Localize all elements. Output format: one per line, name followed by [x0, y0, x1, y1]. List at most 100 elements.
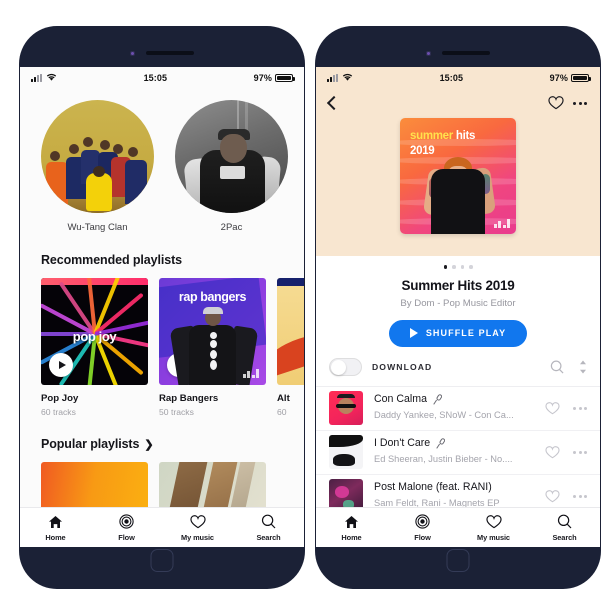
playlist-cover-artwork: summer hits 2019 — [400, 118, 516, 234]
wifi-icon — [46, 73, 57, 81]
track-row[interactable]: I Don't Care Ed Sheeran, Justin Bieber -… — [316, 431, 600, 475]
flow-target-icon — [119, 514, 134, 530]
cover-title-line1-highlight: summer — [410, 130, 453, 142]
battery-icon — [571, 73, 591, 82]
list-tools — [550, 360, 587, 374]
track-text: Con Calma Daddy Yankee, SNoW - Con Ca... — [374, 393, 545, 423]
tab-label: Search — [552, 532, 577, 542]
heart-icon[interactable] — [545, 445, 560, 459]
artist-name: 2Pac — [220, 222, 243, 233]
playlist-card-pop-joy[interactable]: pop joy Pop Joy 60 tracks — [41, 278, 148, 417]
signal-bars-icon — [31, 74, 42, 82]
tab-label: Flow — [118, 532, 135, 542]
tab-flow[interactable]: Flow — [387, 514, 458, 542]
microphone-icon[interactable] — [433, 393, 442, 405]
artist-carousel[interactable]: Wu-Tang Clan 2Pac — [20, 88, 304, 233]
home-scroll-area[interactable]: Wu-Tang Clan 2Pac Recommended playlists … — [20, 88, 304, 547]
playlist-artwork: rap bangers — [159, 278, 266, 385]
more-horizontal-icon[interactable] — [573, 450, 587, 454]
artist-avatar — [41, 100, 154, 213]
wifi-icon — [342, 73, 353, 81]
tab-label: Home — [341, 532, 362, 542]
sort-arrows-icon[interactable] — [579, 360, 587, 374]
cover-carousel[interactable]: summer hits 2019 — [316, 118, 600, 234]
playlist-card-rap-bangers[interactable]: rap bangers Rap Bangers 50 tracks — [159, 278, 266, 417]
track-artwork — [329, 435, 363, 469]
status-time: 15:05 — [439, 72, 464, 83]
section-header-popular[interactable]: Popular playlists ❯ — [20, 417, 304, 462]
more-horizontal-icon[interactable] — [573, 406, 587, 410]
shuffle-row: SHUFFLE PLAY — [316, 309, 600, 347]
right-screen: 15:05 97% summer hits 2019 Summer Hits 2… — [316, 67, 600, 547]
front-camera-icon — [426, 50, 431, 56]
tab-home[interactable]: Home — [20, 514, 91, 542]
bottom-tab-bar-right[interactable]: Home Flow My music Search — [316, 507, 600, 547]
earpiece-speaker — [442, 51, 490, 55]
home-button[interactable] — [150, 549, 174, 572]
battery-percent: 97% — [253, 72, 272, 83]
battery-percent: 97% — [549, 72, 568, 83]
status-left-group — [327, 73, 353, 82]
track-actions — [545, 445, 587, 459]
search-icon[interactable] — [550, 360, 564, 374]
track-title: I Don't Care — [374, 437, 431, 449]
toggle-knob — [331, 359, 346, 375]
playlist-title: Alt — [277, 393, 290, 404]
tab-label: My music — [477, 532, 510, 542]
tab-my-music[interactable]: My music — [458, 514, 529, 542]
track-title-row: Post Malone (feat. RANI) — [374, 481, 545, 493]
tab-search[interactable]: Search — [233, 514, 304, 542]
screenshot-stage: 15:05 97% Wu-Tang Clan 2Pac Recommended … — [0, 0, 615, 615]
tab-home[interactable]: Home — [316, 514, 387, 542]
more-horizontal-icon[interactable] — [573, 494, 587, 498]
download-label: DOWNLOAD — [372, 361, 433, 372]
track-title-row: I Don't Care — [374, 437, 545, 449]
chevron-left-icon[interactable] — [326, 95, 342, 111]
status-left-group — [31, 73, 57, 82]
recommended-playlist-row[interactable]: pop joy Pop Joy 60 tracks rap bangers Ra… — [20, 278, 304, 417]
playlist-artwork — [277, 278, 304, 385]
status-bar-left: 15:05 97% — [20, 67, 304, 88]
section-title: Recommended playlists — [41, 253, 183, 267]
artist-card-wu-tang[interactable]: Wu-Tang Clan — [41, 100, 154, 233]
heart-icon[interactable] — [545, 489, 560, 503]
home-button[interactable] — [446, 549, 470, 572]
heart-icon[interactable] — [548, 96, 564, 110]
microphone-icon[interactable] — [436, 437, 446, 449]
heart-icon — [189, 514, 206, 530]
artwork-label: rap bangers — [178, 290, 247, 304]
tab-search[interactable]: Search — [529, 514, 600, 542]
download-row: DOWNLOAD — [316, 347, 600, 387]
flow-target-icon — [415, 514, 430, 530]
download-toggle[interactable] — [329, 357, 362, 376]
tab-label: My music — [181, 532, 214, 542]
phone-speaker-area — [315, 50, 601, 56]
play-button[interactable] — [49, 353, 73, 377]
deezer-equalizer-icon — [242, 369, 259, 378]
artwork-label: pop joy — [72, 329, 117, 345]
playlist-card-partial[interactable]: Alt 60 — [277, 278, 304, 417]
tab-flow[interactable]: Flow — [91, 514, 162, 542]
track-actions — [545, 489, 587, 503]
tab-my-music[interactable]: My music — [162, 514, 233, 542]
cover-title-line2: 2019 — [410, 144, 435, 157]
left-screen: 15:05 97% Wu-Tang Clan 2Pac Recommended … — [20, 67, 304, 547]
cover-carousel-pager[interactable] — [316, 256, 600, 269]
search-icon — [557, 514, 572, 530]
phone-right: 15:05 97% summer hits 2019 Summer Hits 2… — [315, 26, 601, 589]
artist-name: Wu-Tang Clan — [67, 222, 128, 233]
home-icon — [48, 514, 63, 530]
shuffle-play-label: SHUFFLE PLAY — [425, 328, 507, 338]
artist-card-2pac[interactable]: 2Pac — [175, 100, 288, 233]
track-row[interactable]: Con Calma Daddy Yankee, SNoW - Con Ca... — [316, 387, 600, 431]
shuffle-play-button[interactable]: SHUFFLE PLAY — [388, 319, 528, 347]
playlist-track-count: 60 tracks — [41, 407, 76, 417]
tab-label: Search — [256, 532, 281, 542]
header-actions — [548, 96, 587, 110]
more-horizontal-icon[interactable] — [573, 101, 587, 105]
artist-avatar — [175, 100, 288, 213]
heart-icon — [485, 514, 502, 530]
bottom-tab-bar-left[interactable]: Home Flow My music Search — [20, 507, 304, 547]
status-bar-right: 15:05 97% — [316, 67, 600, 88]
heart-icon[interactable] — [545, 401, 560, 415]
